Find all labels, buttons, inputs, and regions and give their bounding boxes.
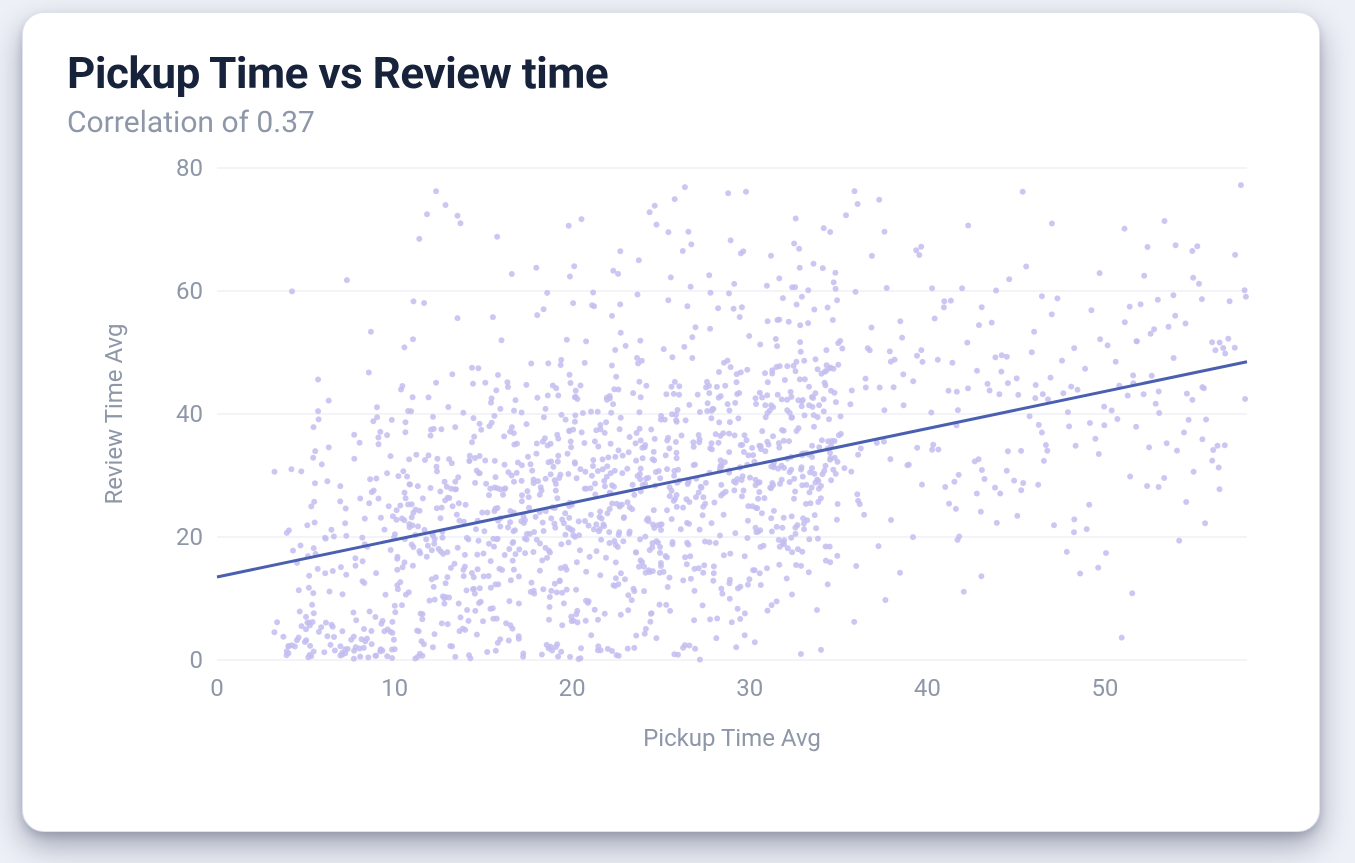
x-tick-label: 0 <box>210 674 224 702</box>
x-tick-label: 50 <box>1091 674 1118 702</box>
chart-plot: 0 20 40 60 80 0 10 20 30 40 50 Pickup Time Avg Revie… <box>67 150 1275 780</box>
chart-card: Pickup Time vs Review time Correlation o… <box>22 12 1320 832</box>
y-tick-label: 80 <box>176 154 203 182</box>
y-tick-label: 20 <box>176 523 203 551</box>
trend-line <box>217 362 1247 577</box>
y-tick-label: 40 <box>176 400 203 428</box>
chart-title: Pickup Time vs Review time <box>67 47 1275 99</box>
y-tick-label: 0 <box>190 646 204 674</box>
x-tick-label: 40 <box>914 674 941 702</box>
y-tick-label: 60 <box>176 277 203 305</box>
x-axis-label: Pickup Time Avg <box>643 724 821 752</box>
chart-svg: 0 20 40 60 80 0 10 20 30 40 50 Pickup Time Avg Revie… <box>67 150 1277 780</box>
chart-subtitle: Correlation of 0.37 <box>67 105 1275 140</box>
x-tick-label: 20 <box>559 674 586 702</box>
y-axis-label: Review Time Avg <box>100 324 128 505</box>
x-tick-label: 10 <box>381 674 408 702</box>
scatter-points <box>271 182 1249 662</box>
x-tick-label: 30 <box>736 674 763 702</box>
